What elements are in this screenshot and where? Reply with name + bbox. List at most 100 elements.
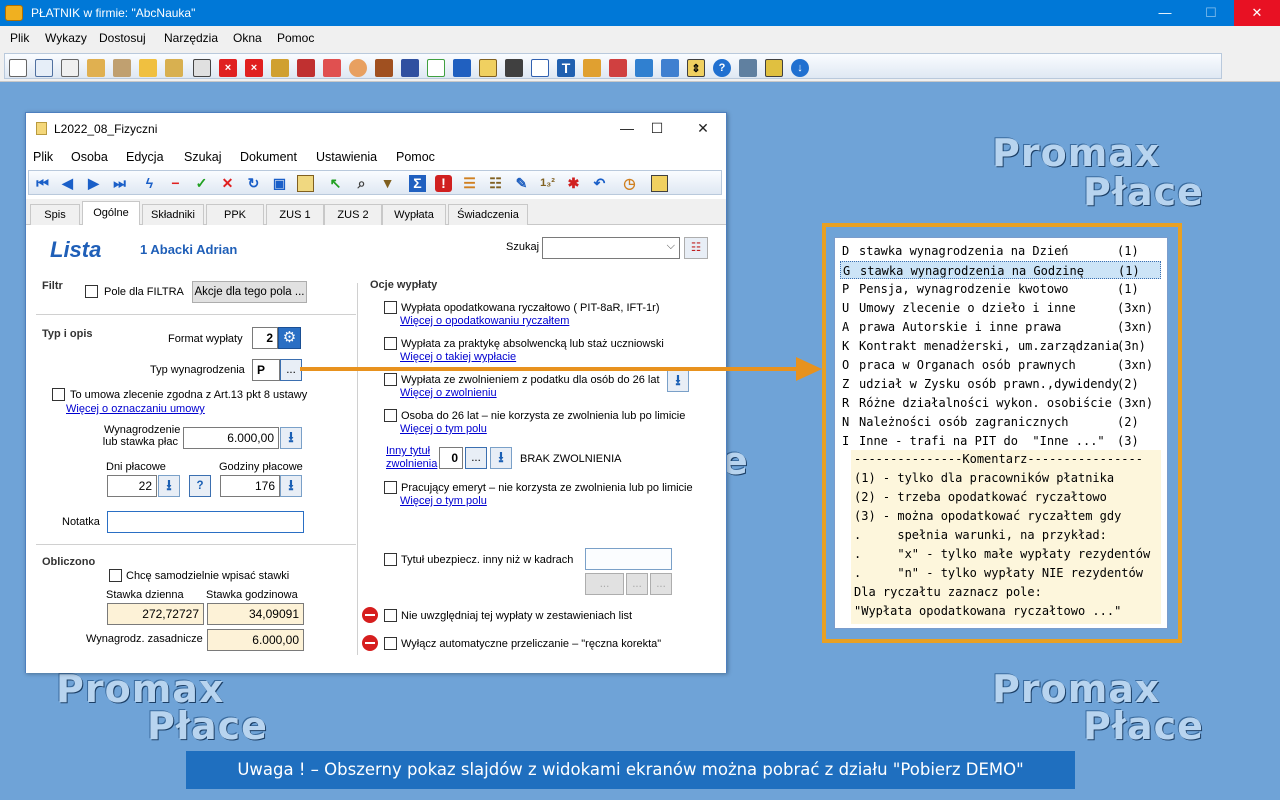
copy-document-icon[interactable] bbox=[35, 59, 53, 77]
tab-zus1[interactable]: ZUS 1 bbox=[266, 204, 324, 225]
typ-wynagrodzenia-picker-button[interactable]: ... bbox=[280, 359, 302, 381]
wage-type-option[interactable]: P Pensja, wynagrodzenie kwotowo (1) bbox=[840, 280, 1161, 298]
help-question-icon[interactable]: ? bbox=[189, 475, 211, 497]
archive-icon[interactable] bbox=[87, 59, 105, 77]
alert-icon[interactable]: ! bbox=[435, 175, 452, 192]
cascade-icon[interactable] bbox=[661, 59, 679, 77]
child-menu-dokument[interactable]: Dokument bbox=[240, 150, 297, 164]
sort-icon[interactable]: ⇕ bbox=[687, 59, 705, 77]
tytul-picker-button-1[interactable]: ... bbox=[585, 573, 624, 595]
tab-ogolne[interactable]: Ogólne bbox=[82, 201, 140, 226]
menu-dostosuj[interactable]: Dostosuj bbox=[99, 31, 146, 45]
typ-wynagrodzenia-field[interactable]: P bbox=[252, 359, 280, 381]
opt3-link[interactable]: Więcej o zwolnieniu bbox=[400, 387, 497, 399]
child-menu-plik[interactable]: Plik bbox=[33, 150, 53, 164]
pin-icon[interactable]: ✱ bbox=[565, 175, 582, 192]
windows-icon[interactable] bbox=[635, 59, 653, 77]
tytul-ubezpieczenia-field[interactable] bbox=[585, 548, 672, 570]
undo-icon[interactable]: ↶ bbox=[591, 175, 608, 192]
opt2-link[interactable]: Więcej o takiej wypłacie bbox=[400, 351, 516, 363]
documents-icon[interactable] bbox=[61, 59, 79, 77]
inny-tytul-link-1[interactable]: Inny tytuł bbox=[386, 445, 430, 457]
close-button[interactable]: ✕ bbox=[1234, 0, 1280, 26]
numbers-icon[interactable]: 1₃² bbox=[539, 175, 556, 192]
chart-icon[interactable] bbox=[479, 59, 497, 77]
wage-type-option[interactable]: Zudział w Zysku osób prawn.,dywidendy (2) bbox=[840, 375, 1161, 393]
samodzielnie-checkbox[interactable] bbox=[109, 569, 122, 582]
download-icon[interactable]: ↓ bbox=[791, 59, 809, 77]
tab-wyplata[interactable]: Wypłata bbox=[382, 204, 446, 225]
minimize-button[interactable]: — bbox=[1142, 0, 1188, 26]
calendar-icon[interactable] bbox=[505, 59, 523, 77]
new-document-icon[interactable] bbox=[9, 59, 27, 77]
tab-zus2[interactable]: ZUS 2 bbox=[324, 204, 382, 225]
delete-record-icon[interactable]: × bbox=[245, 59, 263, 77]
search-icon[interactable]: ⌕ bbox=[353, 175, 370, 192]
child-minimize-button[interactable]: — bbox=[612, 117, 642, 139]
wage-type-option[interactable]: Opraca w Organach osób prawnych (3xn) bbox=[840, 356, 1161, 374]
next-record-icon[interactable]: ▶ bbox=[85, 175, 102, 192]
inny-tytul-field[interactable]: 0 bbox=[439, 447, 463, 469]
table-icon[interactable] bbox=[531, 59, 549, 77]
tab-swiadczenia[interactable]: Świadczenia bbox=[448, 204, 528, 225]
folder-open-icon[interactable] bbox=[139, 59, 157, 77]
tytul-picker-button-2[interactable]: ... bbox=[626, 573, 648, 595]
reload-icon[interactable]: ↻ bbox=[245, 175, 262, 192]
dni-placowe-field[interactable]: 22 bbox=[107, 475, 157, 497]
first-record-icon[interactable]: ⏮ bbox=[34, 175, 51, 192]
minus-icon[interactable]: − bbox=[167, 175, 184, 192]
tab-ppk[interactable]: PPK bbox=[206, 204, 264, 225]
wynagrodzenie-field[interactable]: 6.000,00 bbox=[183, 427, 279, 449]
opt3-checkbox[interactable] bbox=[384, 373, 397, 386]
checklist-icon[interactable] bbox=[427, 59, 445, 77]
brush-icon[interactable]: ✎ bbox=[513, 175, 530, 192]
monitor-icon[interactable] bbox=[453, 59, 471, 77]
help-icon[interactable]: ? bbox=[713, 59, 731, 77]
tab-skladniki[interactable]: Składniki bbox=[142, 204, 204, 225]
search-list-button[interactable]: ☷ bbox=[684, 237, 708, 259]
wage-type-option[interactable]: K Kontrakt menadżerski, um.zarządzania (3n… bbox=[840, 337, 1161, 355]
godziny-placowe-field[interactable]: 176 bbox=[220, 475, 280, 497]
inny-tytul-download-icon[interactable]: ⭳ bbox=[490, 447, 512, 469]
form-icon[interactable] bbox=[609, 59, 627, 77]
accept-check-icon[interactable]: ✓ bbox=[193, 175, 210, 192]
grid-icon[interactable] bbox=[401, 59, 419, 77]
umowa-link[interactable]: Więcej o oznaczaniu umowy bbox=[66, 403, 205, 415]
wage-type-option[interactable]: Aprawa Autorskie i inne prawa (3xn) bbox=[840, 318, 1161, 336]
folders-icon[interactable] bbox=[165, 59, 183, 77]
wage-type-option[interactable]: Gstawka wynagrodzenia na Godzinę (1) bbox=[840, 261, 1161, 279]
opt8-checkbox[interactable] bbox=[384, 637, 397, 650]
wage-type-option[interactable]: N Należności osób zagranicznych (2) bbox=[840, 413, 1161, 431]
child-maximize-button[interactable]: ☐ bbox=[642, 117, 672, 139]
notatka-field[interactable] bbox=[107, 511, 304, 533]
szukaj-combobox[interactable]: ⌵ bbox=[542, 237, 680, 259]
filter-icon[interactable]: ▼ bbox=[379, 175, 396, 192]
child-menu-osoba[interactable]: Osoba bbox=[71, 150, 108, 164]
person-icon[interactable] bbox=[349, 59, 367, 77]
opt3-download-icon[interactable]: ⭳ bbox=[667, 370, 689, 392]
pole-filtra-checkbox[interactable] bbox=[85, 285, 98, 298]
previous-record-icon[interactable]: ◀ bbox=[59, 175, 76, 192]
opt5-link[interactable]: Więcej o tym polu bbox=[400, 495, 487, 507]
format-wyplaty-field[interactable]: 2 bbox=[252, 327, 278, 349]
notes-icon[interactable] bbox=[297, 175, 314, 192]
umowa-checkbox[interactable] bbox=[52, 388, 65, 401]
lock-document-icon[interactable] bbox=[193, 59, 211, 77]
tytul-picker-button-3[interactable]: ... bbox=[650, 573, 672, 595]
wynagrodzenie-download-icon[interactable]: ⭳ bbox=[280, 427, 302, 449]
print-icon[interactable] bbox=[113, 59, 131, 77]
maximize-button[interactable]: ☐ bbox=[1188, 0, 1234, 26]
wage-type-option[interactable]: U Umowy zlecenie o dzieło i inne (3xn) bbox=[840, 299, 1161, 317]
child-menu-pomoc[interactable]: Pomoc bbox=[396, 150, 435, 164]
save-icon[interactable]: ▣ bbox=[271, 175, 288, 192]
clock-icon[interactable]: ◷ bbox=[621, 175, 638, 192]
child-menu-ustawienia[interactable]: Ustawienia bbox=[316, 150, 377, 164]
opt4-checkbox[interactable] bbox=[384, 409, 397, 422]
inny-tytul-picker-button[interactable]: ... bbox=[465, 447, 487, 469]
list-icon[interactable]: ☰ bbox=[461, 175, 478, 192]
arrow-up-left-icon[interactable]: ↖ bbox=[327, 175, 344, 192]
bank-icon[interactable] bbox=[271, 59, 289, 77]
calculator-icon[interactable] bbox=[651, 175, 668, 192]
opt1-checkbox[interactable] bbox=[384, 301, 397, 314]
dni-download-icon[interactable]: ⭳ bbox=[158, 475, 180, 497]
